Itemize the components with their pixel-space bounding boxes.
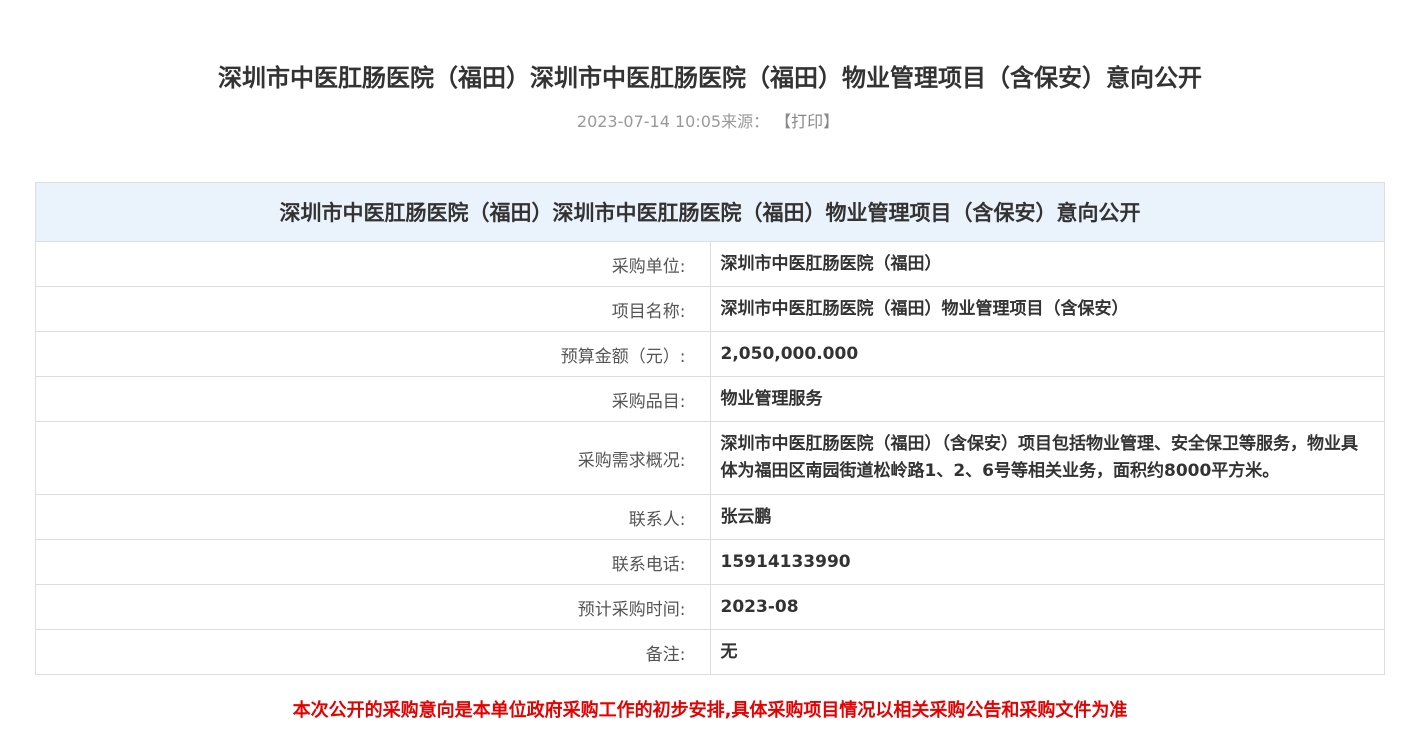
row-label-project-name: 项目名称: [35,286,711,332]
row-value-project-name: 深圳市中医肛肠医院（福田）物业管理项目（含保安） [709,286,1385,332]
row-label-purchaser: 采购单位: [35,241,711,287]
table-row: 项目名称: 深圳市中医肛肠医院（福田）物业管理项目（含保安） [35,286,1385,332]
table-row: 备注: 无 [35,629,1385,675]
print-link[interactable]: 【打印】 [783,112,839,131]
row-label-expected-date: 预计采购时间: [35,584,711,630]
disclaimer-notice: 本次公开的采购意向是本单位政府采购工作的初步安排,具体采购项目情况以相关采购公告… [292,700,1128,721]
table-row: 采购需求概况: 深圳市中医肛肠医院（福田）（含保安）项目包括物业管理、安全保卫等… [35,421,1385,495]
row-label-requirements: 采购需求概况: [35,421,711,495]
table-heading: 深圳市中医肛肠医院（福田）深圳市中医肛肠医院（福田）物业管理项目（含保安）意向公… [35,182,1385,242]
page-title: 深圳市中医肛肠医院（福田）深圳市中医肛肠医院（福田）物业管理项目（含保安）意向公… [218,64,1202,92]
row-label-phone: 联系电话: [35,539,711,585]
row-label-category: 采购品目: [35,376,711,422]
row-value-budget: 2,050,000.000 [709,331,1385,377]
row-label-remarks: 备注: [35,629,711,675]
table-row: 采购品目: 物业管理服务 [35,376,1385,422]
row-label-contact: 联系人: [35,494,711,540]
row-value-contact: 张云鹏 [709,494,1385,540]
page: 深圳市中医肛肠医院（福田）深圳市中医肛肠医院（福田）物业管理项目（含保安）意向公… [0,0,1426,749]
row-value-phone: 15914133990 [709,539,1385,585]
table-row: 预计采购时间: 2023-08 [35,584,1385,630]
table-row: 预算金额（元）: 2,050,000.000 [35,331,1385,377]
table-header-row: 深圳市中医肛肠医院（福田）深圳市中医肛肠医院（福田）物业管理项目（含保安）意向公… [35,182,1385,242]
publish-datetime: 2023-07-14 10:05 [576,112,722,131]
row-value-remarks: 无 [709,629,1385,675]
row-value-expected-date: 2023-08 [709,584,1385,630]
row-value-category: 物业管理服务 [709,376,1385,422]
table-row: 联系人: 张云鹏 [35,494,1385,540]
source-label: 来源： [721,112,770,131]
table-row: 联系电话: 15914133990 [35,539,1385,585]
row-label-budget: 预算金额（元）: [35,331,711,377]
row-value-requirements: 深圳市中医肛肠医院（福田）（含保安）项目包括物业管理、安全保卫等服务，物业具体为… [709,421,1385,495]
meta-line: 2023-07-14 10:05来源： 【打印】 [0,110,1416,134]
table-row: 采购单位: 深圳市中医肛肠医院（福田） [35,241,1385,287]
intent-table: 深圳市中医肛肠医院（福田）深圳市中医肛肠医院（福田）物业管理项目（含保安）意向公… [35,182,1385,675]
row-value-purchaser: 深圳市中医肛肠医院（福田） [709,241,1385,287]
